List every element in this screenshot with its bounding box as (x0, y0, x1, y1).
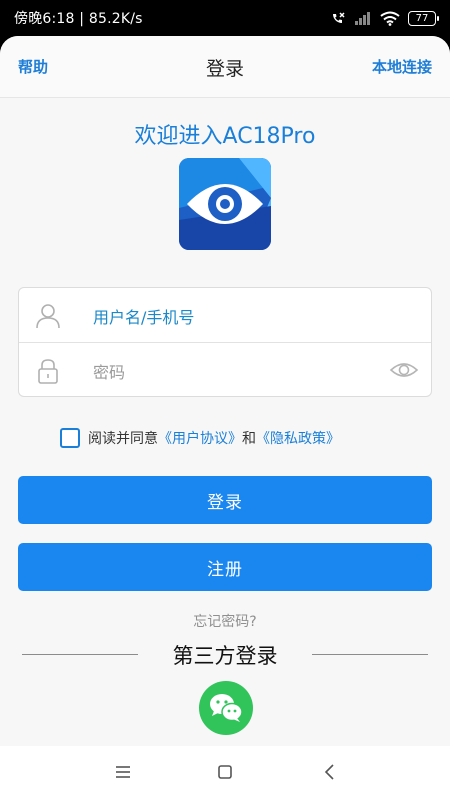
app-logo (179, 158, 271, 250)
system-navigation-bar (0, 746, 450, 800)
eye-logo-icon (179, 158, 271, 250)
login-form: 用户名/手机号 密码 (18, 287, 432, 397)
forgot-password-link[interactable]: 忘记密码? (0, 611, 450, 631)
password-row[interactable]: 密码 (19, 343, 431, 398)
wifi-icon (380, 11, 400, 26)
divider-line-right (312, 654, 428, 655)
back-icon[interactable] (320, 762, 340, 782)
login-button[interactable]: 登录 (18, 476, 432, 524)
welcome-title: 欢迎进入AC18Pro (134, 124, 316, 149)
agreement-checkbox[interactable] (60, 428, 80, 448)
local-connect-link[interactable]: 本地连接 (372, 56, 432, 77)
menu-icon[interactable] (113, 762, 133, 782)
privacy-policy-link[interactable]: 《隐私政策》 (256, 428, 340, 448)
third-party-divider: 第三方登录 (22, 640, 428, 670)
agreement-row: 阅读并同意 《用户协议》 和 《隐私政策》 (60, 428, 340, 448)
user-agreement-link[interactable]: 《用户协议》 (158, 428, 242, 448)
agreement-prefix: 阅读并同意 (88, 431, 158, 447)
lock-icon (38, 359, 58, 384)
battery-indicator: 77 (408, 10, 439, 26)
no-call-icon (333, 12, 345, 23)
eye-icon[interactable] (389, 358, 419, 382)
signal-icon (355, 12, 370, 25)
user-icon (36, 304, 60, 329)
app-screen: 帮助 登录 本地连接 欢迎进入AC18Pro 用户名/手机号 密码 阅读并同意 … (0, 36, 450, 746)
username-row[interactable]: 用户名/手机号 (19, 288, 431, 343)
wechat-icon (210, 694, 243, 722)
home-icon[interactable] (215, 762, 235, 782)
agreement-and: 和 (242, 431, 256, 447)
top-navigation: 帮助 登录 本地连接 (0, 36, 450, 98)
status-icons: 77 (330, 10, 439, 26)
username-field[interactable]: 用户名/手机号 (93, 304, 194, 328)
status-time-speed: 傍晚6:18 | 85.2K/s (14, 11, 143, 27)
wechat-login-button[interactable] (199, 681, 253, 735)
status-bar: 傍晚6:18 | 85.2K/s 77 (0, 0, 450, 36)
third-party-title: 第三方登录 (172, 644, 278, 668)
register-button[interactable]: 注册 (18, 543, 432, 591)
password-field[interactable]: 密码 (93, 359, 125, 383)
